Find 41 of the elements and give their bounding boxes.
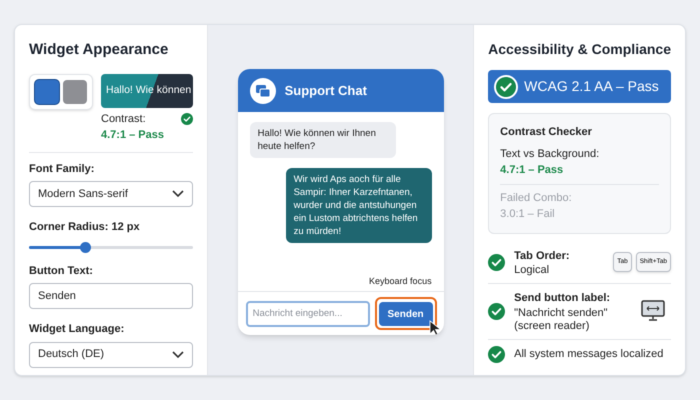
slider-thumb[interactable] [80,242,91,252]
check-icon [488,302,506,320]
fail-value: 3.0:1 – Fail [500,207,556,222]
check-detail: Logical [514,264,550,277]
dropdown[interactable]: Modern Sans-serif [29,181,193,207]
check-detail: "Nachricht senden" (screen reader) [514,306,609,332]
panel-title: Accessibility & Compliance [488,40,671,59]
check-detail: All system messages localized [514,348,664,360]
chat-title: Support Chat [284,82,367,100]
check-title: Send button label: [514,291,612,306]
chat-message: Hallo! Wie können wir Ihnen heute helfen? [250,122,396,158]
focus-note: Keyboard focus [369,274,432,288]
send-button[interactable]: Senden [378,302,433,326]
chat-bubbles-icon [250,78,276,104]
check-title: Tab Order: [514,248,571,264]
card-title: Contrast Checker [500,125,593,140]
fail-label: Failed Combo: [500,190,573,206]
field-label: Corner Radius: 12 px [29,220,141,235]
chevron-down-icon [172,190,184,198]
contrast-value: 4.7:1 – Pass [101,128,164,143]
monitor-icon [641,300,665,322]
check-icon [496,76,516,96]
dropdown[interactable]: Deutsch (DE) [29,342,193,368]
check-icon [488,254,506,271]
contrast-label: Contrast: [101,112,147,126]
panel-title: Widget Appearance [29,40,170,60]
pass-value: 4.7:1 – Pass [500,163,564,178]
color-swatch[interactable] [63,80,87,104]
field-label: Button Text: [29,264,94,278]
field-label: Font Family: [29,162,96,176]
status-badge: WCAG 2.1 AA – Pass [488,70,671,103]
chat-message: Wir wird Aps aoch für alle Sampir: Ihner Karzefntanen, wurder und die antstuhungen ein Lustom abtrichtens helfen zu mürden! [286,168,432,243]
message-input[interactable]: Nachricht eingeben... [246,300,370,326]
preview-banner: Hallo! Wie können [101,74,193,108]
check-icon [181,112,193,124]
chevron-down-icon [172,350,184,358]
pass-label: Text vs Background: [500,146,600,162]
check-icon [488,346,506,362]
text-input[interactable]: Senden [29,283,193,309]
color-swatch[interactable] [35,80,59,104]
field-label: Widget Language: [29,322,126,337]
